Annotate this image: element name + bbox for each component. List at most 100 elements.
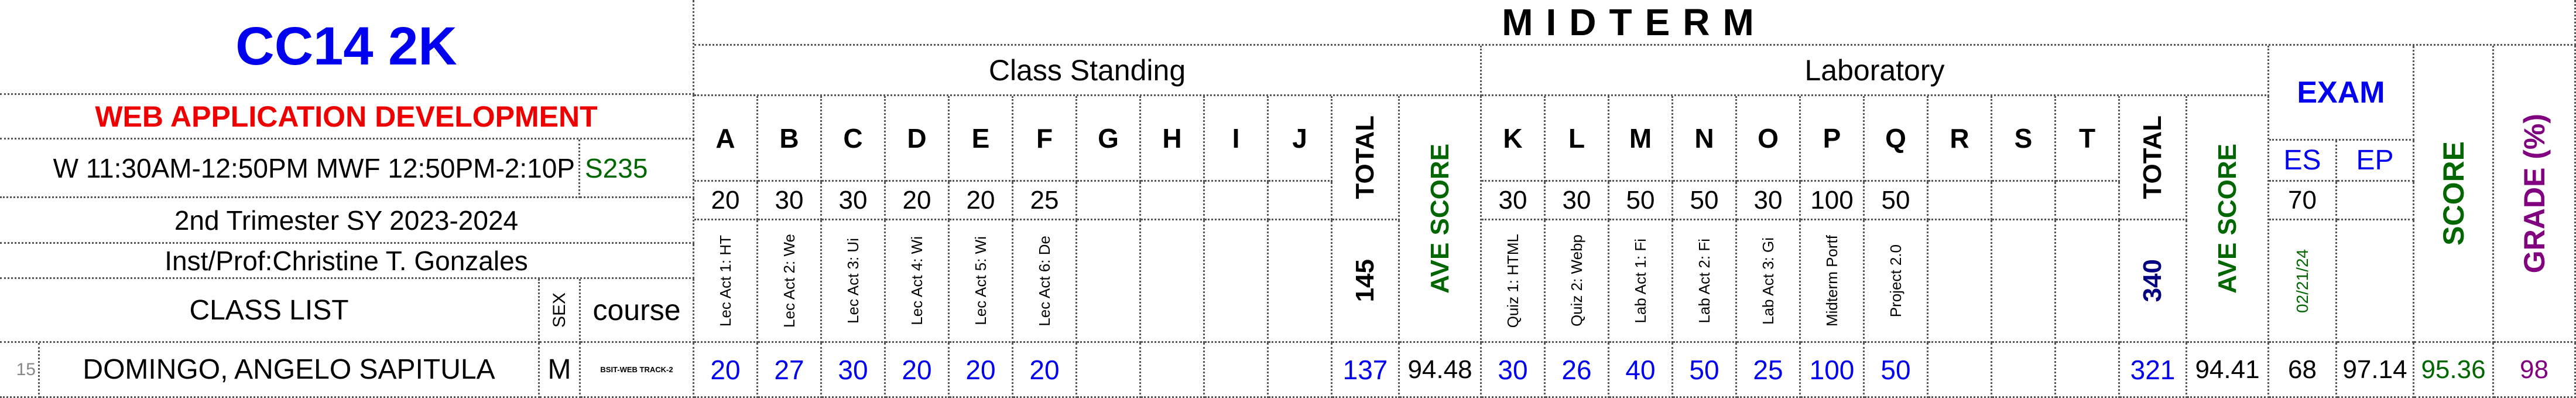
cs-max-2[interactable]: 30 [822, 182, 886, 220]
student-sex-cell[interactable]: M [540, 343, 581, 398]
cs-max-3[interactable]: 20 [886, 182, 950, 220]
lab-item-name-5[interactable]: Midterm Portf [1801, 220, 1865, 343]
cs-max-7[interactable] [1141, 182, 1205, 220]
term-cell[interactable]: 2nd Trimester SY 2023-2024 [0, 198, 694, 244]
lab-score-6[interactable]: 50 [1865, 343, 1928, 398]
lab-total-max-text: 340 [2138, 259, 2167, 302]
cs-item-name-9[interactable] [1269, 220, 1332, 343]
lab-score-7[interactable] [1928, 343, 1992, 398]
lab-letter-4-text: O [1758, 123, 1779, 154]
cs-max-4-text: 20 [966, 185, 995, 215]
lab-item-name-1[interactable]: Quiz 2: Webp [1546, 220, 1609, 343]
lab-max-3[interactable]: 50 [1673, 182, 1737, 220]
lab-score-2[interactable]: 40 [1609, 343, 1673, 398]
student-es-cell[interactable]: 68 [2269, 343, 2337, 398]
lab-total-score[interactable]: 321 [2120, 343, 2187, 398]
lab-score-3[interactable]: 50 [1673, 343, 1737, 398]
cs-ave-score[interactable]: 94.48 [1400, 343, 1482, 398]
lab-item-name-4[interactable]: Lab Act 3: Gi [1737, 220, 1801, 343]
lab-letter-2-text: M [1629, 123, 1652, 154]
cs-item-name-4[interactable]: Lec Act 5: Wi [950, 220, 1013, 343]
lab-score-9[interactable] [2056, 343, 2120, 398]
lab-max-5[interactable]: 100 [1801, 182, 1865, 220]
cs-score-8[interactable] [1205, 343, 1269, 398]
grade-label: GRADE (%) [2517, 113, 2551, 274]
lab-max-6[interactable]: 50 [1865, 182, 1928, 220]
cs-item-name-8[interactable] [1205, 220, 1269, 343]
lab-letter-4: O [1737, 96, 1801, 182]
lab-item-name-9[interactable] [2056, 220, 2120, 343]
lab-item-name-0[interactable]: Quiz 1: HTML [1482, 220, 1546, 343]
schedule-cell[interactable]: W 11:30AM-12:50PM MWF 12:50PM-2:10P [0, 140, 580, 198]
lab-score-1[interactable]: 26 [1546, 343, 1609, 398]
lab-item-name-6[interactable]: Project 2.0 [1865, 220, 1928, 343]
lab-max-0[interactable]: 30 [1482, 182, 1546, 220]
cs-score-9[interactable] [1269, 343, 1332, 398]
es-date-cell[interactable]: 02/21/24 [2269, 220, 2337, 343]
cs-max-6[interactable] [1077, 182, 1141, 220]
schedule: W 11:30AM-12:50PM MWF 12:50PM-2:10P [53, 152, 575, 183]
cs-item-name-3[interactable]: Lec Act 4: Wi [886, 220, 950, 343]
course-code-cell[interactable]: CC14 2K [0, 0, 694, 95]
cs-max-1[interactable]: 30 [758, 182, 822, 220]
lab-item-name-3[interactable]: Lab Act 2: Fi [1673, 220, 1737, 343]
lab-total-header-text: TOTAL [2138, 115, 2167, 199]
student-number-cell[interactable]: 15 [0, 343, 40, 398]
cs-total-score[interactable]: 137 [1332, 343, 1400, 398]
cs-score-6[interactable] [1077, 343, 1141, 398]
lab-max-7[interactable] [1928, 182, 1992, 220]
student-sex: M [547, 354, 571, 385]
term: 2nd Trimester SY 2023-2024 [174, 205, 519, 236]
student-course-cell[interactable]: BSIT-WEB TRACK-2 [581, 343, 694, 398]
student-score-cell[interactable]: 95.36 [2414, 343, 2494, 398]
lab-max-4[interactable]: 30 [1737, 182, 1801, 220]
lab-max-9[interactable] [2056, 182, 2120, 220]
es-max: 70 [2288, 185, 2317, 215]
ep-name-cell[interactable] [2337, 220, 2414, 343]
cs-score-4[interactable]: 20 [950, 343, 1013, 398]
cs-score-0[interactable]: 20 [694, 343, 758, 398]
cs-score-7[interactable] [1141, 343, 1205, 398]
student-ep-cell[interactable]: 97.14 [2337, 343, 2414, 398]
cs-max-9[interactable] [1269, 182, 1332, 220]
cs-max-4[interactable]: 20 [950, 182, 1013, 220]
instructor-cell[interactable]: Inst/Prof:Christine T. Gonzales [0, 244, 694, 279]
student-number: 15 [16, 359, 36, 379]
cs-item-name-7[interactable] [1141, 220, 1205, 343]
lab-score-0[interactable]: 30 [1482, 343, 1546, 398]
lab-score-5[interactable]: 100 [1801, 343, 1865, 398]
student-name-cell[interactable]: DOMINGO, ANGELO SAPITULA [40, 343, 540, 398]
es-max-cell[interactable]: 70 [2269, 182, 2337, 220]
subject-cell[interactable]: WEB APPLICATION DEVELOPMENT [0, 95, 694, 140]
lab-max-8[interactable] [1992, 182, 2056, 220]
cs-item-name-5[interactable]: Lec Act 6: De [1013, 220, 1077, 343]
cs-max-8[interactable] [1205, 182, 1269, 220]
cs-item-name-1[interactable]: Lec Act 2: We [758, 220, 822, 343]
cs-item-name-0[interactable]: Lec Act 1: HT [694, 220, 758, 343]
cs-total-max[interactable]: 145 [1332, 220, 1400, 343]
lab-total-max[interactable]: 340 [2120, 220, 2187, 343]
cs-score-0-text: 20 [710, 354, 741, 385]
cs-score-2[interactable]: 30 [822, 343, 886, 398]
cs-score-3[interactable]: 20 [886, 343, 950, 398]
lab-ave-score[interactable]: 94.41 [2187, 343, 2269, 398]
lab-letter-9-text: T [2078, 123, 2096, 154]
cs-score-1[interactable]: 27 [758, 343, 822, 398]
ep-max-cell[interactable] [2337, 182, 2414, 220]
lab-max-1[interactable]: 30 [1546, 182, 1609, 220]
student-grade-cell[interactable]: 98 [2494, 343, 2576, 398]
lab-item-name-8[interactable] [1992, 220, 2056, 343]
cs-letter-5: F [1013, 96, 1077, 182]
cs-max-5[interactable]: 25 [1013, 182, 1077, 220]
cs-item-name-6[interactable] [1077, 220, 1141, 343]
lab-max-2[interactable]: 50 [1609, 182, 1673, 220]
lab-item-name-2[interactable]: Lab Act 1: Fi [1609, 220, 1673, 343]
lab-item-name-7[interactable] [1928, 220, 1992, 343]
cs-score-5[interactable]: 20 [1013, 343, 1077, 398]
room-cell[interactable]: S235 [580, 140, 694, 198]
lab-score-4[interactable]: 25 [1737, 343, 1801, 398]
cs-letter-6-text: G [1098, 123, 1119, 154]
lab-score-8[interactable] [1992, 343, 2056, 398]
cs-item-name-2[interactable]: Lec Act 3: Ui [822, 220, 886, 343]
cs-max-0[interactable]: 20 [694, 182, 758, 220]
